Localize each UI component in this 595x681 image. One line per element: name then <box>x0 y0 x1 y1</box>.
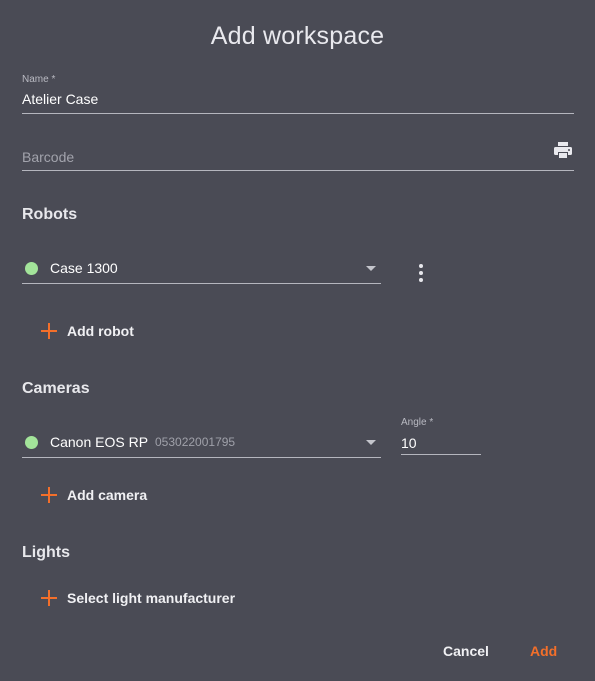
angle-input[interactable]: 10 <box>401 435 417 451</box>
name-field-label: Name * <box>22 74 56 85</box>
robot-status-dot <box>25 262 38 275</box>
chevron-down-icon <box>366 266 376 271</box>
plus-icon <box>41 590 57 606</box>
barcode-input[interactable]: Barcode <box>22 149 74 165</box>
name-input[interactable]: Atelier Case <box>22 91 98 107</box>
robot-select-value: Case 1300 <box>50 260 118 276</box>
barcode-field[interactable]: Barcode <box>22 140 574 172</box>
camera-select-underline <box>22 457 381 458</box>
cameras-heading: Cameras <box>22 380 90 397</box>
barcode-field-underline <box>22 170 574 171</box>
add-camera-button[interactable]: Add camera <box>41 487 147 503</box>
robots-heading: Robots <box>22 206 78 223</box>
plus-icon <box>41 487 57 503</box>
name-field-underline <box>22 113 574 114</box>
select-light-manufacturer-label: Select light manufacturer <box>67 590 236 606</box>
add-robot-button[interactable]: Add robot <box>41 323 134 339</box>
lights-heading: Lights <box>22 544 70 561</box>
more-options-icon[interactable] <box>419 264 423 285</box>
plus-icon <box>41 323 57 339</box>
add-robot-label: Add robot <box>67 323 134 339</box>
angle-field-underline <box>401 454 481 455</box>
printer-icon[interactable] <box>554 142 572 159</box>
add-camera-label: Add camera <box>67 487 148 503</box>
dialog-title: Add workspace <box>210 22 385 50</box>
robot-select[interactable]: Case 1300 <box>22 253 381 285</box>
camera-serial: 053022001795 <box>155 435 236 449</box>
select-light-manufacturer-button[interactable]: Select light manufacturer <box>41 590 235 606</box>
name-field[interactable]: Name * Atelier Case <box>22 72 574 114</box>
angle-field[interactable]: Angle * 10 <box>401 414 481 456</box>
robot-select-underline <box>22 283 381 284</box>
camera-status-dot <box>25 436 38 449</box>
add-button[interactable]: Add <box>530 643 557 659</box>
angle-field-label: Angle * <box>401 417 434 428</box>
chevron-down-icon <box>366 440 376 445</box>
cancel-button[interactable]: Cancel <box>443 643 489 659</box>
camera-select[interactable]: Canon EOS RP 053022001795 <box>22 427 381 459</box>
camera-select-value: Canon EOS RP <box>50 434 149 450</box>
